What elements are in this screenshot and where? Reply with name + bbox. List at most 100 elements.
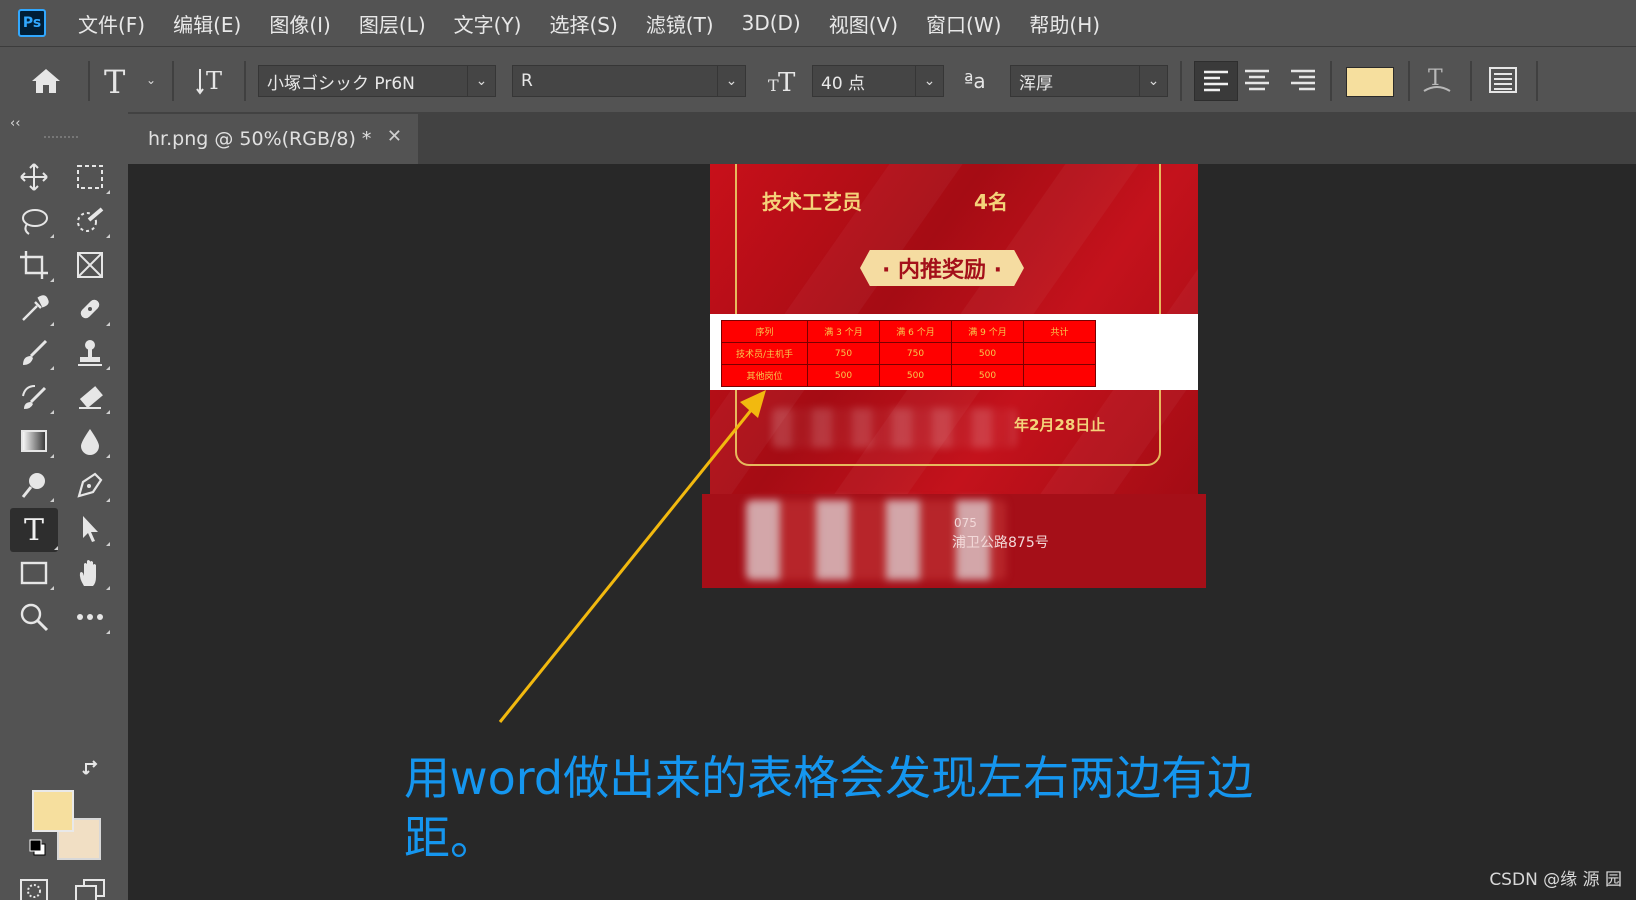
document-tab-title: hr.png @ 50%(RGB/8) *: [148, 128, 372, 150]
table-cell: 技术员/主机手: [721, 342, 808, 365]
table-header-row: 序列 满 3 个月 满 6 个月 满 9 个月 共计: [721, 320, 1096, 343]
quick-selection-tool-icon[interactable]: [70, 202, 110, 240]
chevron-down-icon[interactable]: ⌄: [915, 66, 943, 96]
more-tools-icon[interactable]: [70, 598, 110, 636]
reward-table[interactable]: 序列 满 3 个月 满 6 个月 满 9 个月 共计 技术员/主机手 750 7…: [721, 320, 1096, 387]
divider: [244, 61, 246, 101]
foreground-color-swatch[interactable]: [32, 790, 74, 832]
table-cell: 500: [951, 342, 1024, 365]
chevron-down-icon[interactable]: ⌄: [146, 73, 156, 87]
table-header: 满 6 个月: [879, 320, 952, 343]
dodge-tool-icon[interactable]: [14, 466, 54, 504]
svg-text:T: T: [778, 68, 796, 97]
table-row: 其他岗位 500 500 500: [721, 364, 1096, 387]
address-fragment: 075: [954, 516, 977, 530]
menu-edit[interactable]: 编辑(E): [173, 9, 241, 38]
path-selection-tool-icon[interactable]: [70, 510, 110, 548]
divider: [1180, 61, 1182, 101]
table-cell: [1023, 342, 1096, 365]
menu-type[interactable]: 文字(Y): [454, 9, 522, 38]
close-icon[interactable]: ✕: [387, 126, 402, 147]
document-tab-bar: hr.png @ 50%(RGB/8) * ✕: [128, 112, 1636, 164]
svg-text:T: T: [206, 67, 222, 95]
menu-layer[interactable]: 图层(L): [359, 9, 426, 38]
eyedropper-tool-icon[interactable]: [14, 290, 54, 328]
type-tool-preset-icon[interactable]: T: [104, 63, 125, 101]
antialias-select[interactable]: 浑厚 ⌄: [1010, 65, 1168, 97]
divider: [1330, 61, 1332, 101]
font-family-value: 小塚ゴシック Pr6N: [267, 73, 415, 94]
menu-select[interactable]: 选择(S): [549, 9, 617, 38]
antialias-icon: ªa: [964, 69, 986, 93]
font-style-select[interactable]: R ⌄: [512, 65, 746, 97]
position-title: 技术工艺员: [762, 190, 862, 214]
divider: [1470, 61, 1472, 101]
menu-bar: Ps 文件(F) 编辑(E) 图像(I) 图层(L) 文字(Y) 选择(S) 滤…: [0, 0, 1636, 46]
history-brush-tool-icon[interactable]: [14, 378, 54, 416]
frame-tool-icon[interactable]: [70, 246, 110, 284]
brush-tool-icon[interactable]: [14, 334, 54, 372]
tools-panel: ‹‹ T: [0, 112, 128, 900]
chevron-down-icon[interactable]: ⌄: [717, 66, 745, 96]
font-size-select[interactable]: 40 点 ⌄: [812, 65, 944, 97]
align-center-icon[interactable]: [1244, 69, 1270, 95]
font-style-value: R: [521, 71, 533, 91]
text-color-swatch[interactable]: [1346, 67, 1394, 97]
watermark: CSDN @缘 源 园: [1489, 870, 1622, 890]
align-right-icon[interactable]: [1290, 69, 1316, 95]
crop-tool-icon[interactable]: [14, 246, 54, 284]
type-tool-icon[interactable]: T: [10, 508, 58, 552]
zoom-tool-icon[interactable]: [14, 598, 54, 636]
headcount: 4名: [974, 190, 1008, 214]
align-left-icon[interactable]: [1194, 61, 1238, 101]
blur-tool-icon[interactable]: [70, 422, 110, 460]
referral-reward-badge: · 内推奖励 ·: [860, 250, 1024, 286]
table-row: 技术员/主机手 750 750 500: [721, 342, 1096, 365]
menu-window[interactable]: 窗口(W): [926, 9, 1001, 38]
text-orientation-icon[interactable]: T: [196, 65, 230, 101]
font-size-value: 40 点: [821, 73, 866, 94]
pen-tool-icon[interactable]: [70, 466, 110, 504]
rectangle-tool-icon[interactable]: [14, 554, 54, 592]
antialias-value: 浑厚: [1019, 73, 1053, 94]
chevron-down-icon[interactable]: ⌄: [467, 66, 495, 96]
table-cell: 750: [807, 342, 880, 365]
move-tool-icon[interactable]: [14, 158, 54, 196]
hand-tool-icon[interactable]: [70, 554, 110, 592]
photoshop-logo: Ps: [18, 9, 46, 37]
table-cell: [1023, 364, 1096, 387]
options-bar: T ⌄ T 小塚ゴシック Pr6N ⌄ R ⌄ T T 40 点 ⌄ ªa 浑厚 …: [0, 46, 1636, 112]
default-colors-icon[interactable]: [28, 838, 48, 862]
menu-3d[interactable]: 3D(D): [742, 11, 801, 35]
marquee-tool-icon[interactable]: [70, 158, 110, 196]
quick-mask-icon[interactable]: [14, 872, 54, 900]
blurred-region: [772, 408, 1016, 448]
document-tab[interactable]: hr.png @ 50%(RGB/8) * ✕: [128, 114, 418, 164]
divider: [88, 61, 90, 101]
menu-view[interactable]: 视图(V): [829, 9, 898, 38]
menu-image[interactable]: 图像(I): [269, 9, 331, 38]
gradient-tool-icon[interactable]: [14, 422, 54, 460]
chevron-down-icon[interactable]: ⌄: [1139, 66, 1167, 96]
panel-grip[interactable]: [44, 136, 78, 142]
swap-colors-icon[interactable]: [82, 758, 102, 782]
menu-filter[interactable]: 滤镜(T): [646, 9, 714, 38]
table-cell: 其他岗位: [721, 364, 808, 387]
collapse-panel-button[interactable]: ‹‹: [10, 116, 20, 131]
clone-stamp-tool-icon[interactable]: [70, 334, 110, 372]
screen-mode-icon[interactable]: [70, 872, 110, 900]
table-cell: 750: [879, 342, 952, 365]
healing-brush-tool-icon[interactable]: [70, 290, 110, 328]
home-icon[interactable]: [30, 67, 62, 99]
menu-file[interactable]: 文件(F): [78, 9, 145, 38]
lasso-tool-icon[interactable]: [14, 202, 54, 240]
font-family-select[interactable]: 小塚ゴシック Pr6N ⌄: [258, 65, 496, 97]
table-cell: 500: [807, 364, 880, 387]
eraser-tool-icon[interactable]: [70, 378, 110, 416]
table-header: 满 9 个月: [951, 320, 1024, 343]
character-panel-icon[interactable]: [1488, 65, 1518, 99]
menu-help[interactable]: 帮助(H): [1029, 9, 1100, 38]
warp-text-icon[interactable]: T: [1420, 63, 1454, 101]
table-cell: 500: [951, 364, 1024, 387]
annotation-text: 用word做出来的表格会发现左右两边有边距。: [404, 751, 1254, 865]
